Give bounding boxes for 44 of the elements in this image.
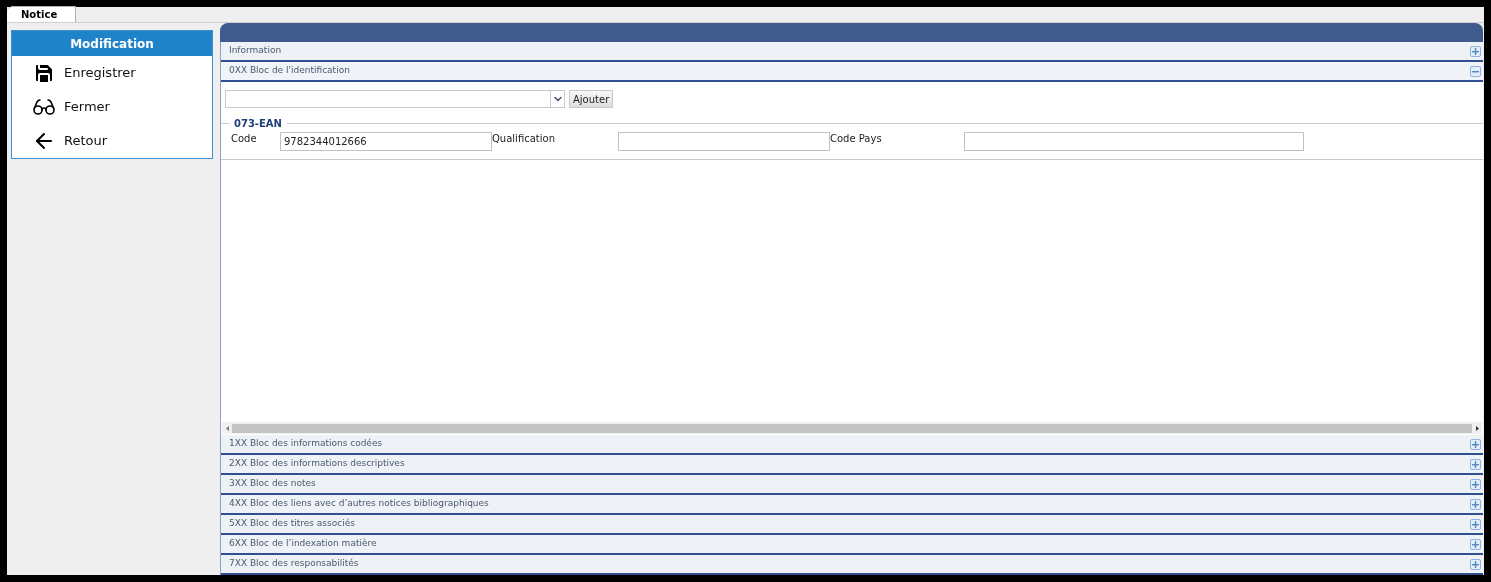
sidebar-title: Modification [12,31,212,56]
horizontal-scrollbar[interactable] [222,422,1482,434]
menu-item[interactable]: Fermer [64,97,110,117]
section-header[interactable]: 0XX Bloc de l'identification [221,62,1483,82]
scroll-left-icon[interactable] [225,425,229,431]
section-title: 6XX Bloc de l’indexation matière [229,537,377,551]
section-header[interactable]: 6XX Bloc de l’indexation matière [221,535,1483,555]
field-label: Code [231,132,258,146]
expand-icon[interactable] [1470,498,1481,510]
text-field[interactable]: 9782344012666 [280,132,492,151]
expand-icon[interactable] [1470,478,1481,490]
section-header[interactable]: 3XX Bloc des notes [221,475,1483,495]
section-title: 2XX Bloc des informations descriptives [229,457,405,471]
section-title: 1XX Bloc des informations codées [229,437,383,451]
section-title: 4XX Bloc des liens avec d’autres notices bibliographiques [229,497,489,511]
expand-icon[interactable] [1470,438,1481,450]
text-field[interactable] [964,132,1304,151]
section-header[interactable]: 5XX Bloc des titres associés [221,515,1483,535]
section-header[interactable]: 2XX Bloc des informations descriptives [221,455,1483,475]
collapse-icon[interactable] [1470,65,1481,77]
add-button[interactable]: Ajouter [569,90,614,108]
expand-icon[interactable] [1470,538,1481,550]
select-field[interactable] [225,90,565,108]
expand-icon[interactable] [1470,458,1481,470]
menu-item[interactable]: Enregistrer [64,63,136,83]
section-title: 3XX Bloc des notes [229,477,316,491]
field-label: Code Pays [830,132,883,146]
text-field[interactable] [618,132,830,151]
section-title: 0XX Bloc de l'identification [229,64,350,78]
section-header[interactable]: Information [221,42,1483,62]
menu-item[interactable]: Retour [64,131,108,151]
group-title: 073-EAN [233,117,283,131]
section-header[interactable]: 7XX Bloc des responsabilités [221,555,1483,575]
section-title: Information [229,44,282,58]
section-header[interactable]: 1XX Bloc des informations codées [221,435,1483,455]
expand-icon[interactable] [1470,558,1481,570]
section-header[interactable]: 4XX Bloc des liens avec d’autres notices bibliographiques [221,495,1483,515]
section-title: 7XX Bloc des responsabilités [229,557,359,571]
section-title: 5XX Bloc des titres associés [229,517,355,531]
tab[interactable]: Notice [7,6,76,22]
field-label: Qualification [492,132,556,146]
expand-icon[interactable] [1470,518,1481,530]
expand-icon[interactable] [1470,45,1481,57]
scroll-right-icon[interactable] [1475,425,1479,431]
